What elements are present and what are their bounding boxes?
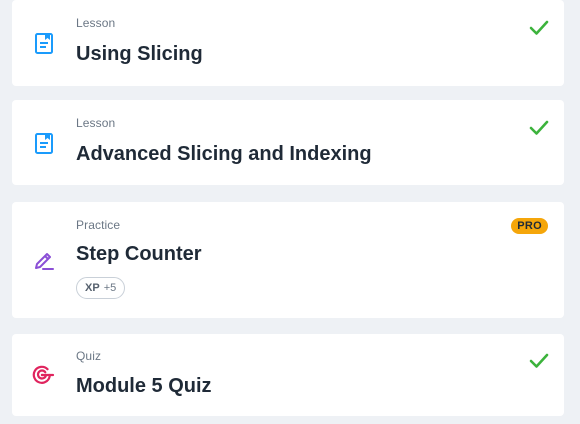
xp-label: XP: [85, 282, 100, 294]
item-type-label: Lesson: [76, 116, 116, 130]
item-title: Step Counter: [76, 243, 202, 265]
practice-icon: [32, 248, 56, 272]
quiz-icon: [32, 363, 56, 387]
module-item-list: Lesson Using Slicing Lesson Advanced Sli…: [0, 0, 580, 424]
list-item-quiz-module-5[interactable]: Quiz Module 5 Quiz: [12, 334, 564, 416]
item-title: Using Slicing: [76, 43, 203, 65]
item-title: Advanced Slicing and Indexing: [76, 143, 372, 165]
xp-pill: XP +5: [76, 277, 126, 299]
lesson-icon: [32, 31, 56, 55]
xp-value: +5: [103, 282, 117, 294]
item-type-label: Lesson: [76, 16, 116, 30]
list-item-lesson-using-slicing[interactable]: Lesson Using Slicing: [12, 0, 564, 86]
check-icon: [528, 117, 550, 139]
lesson-icon: [32, 131, 56, 155]
pro-badge: PRO: [511, 218, 548, 234]
item-type-label: Practice: [76, 218, 121, 232]
list-item-practice-step-counter[interactable]: Practice Step Counter PRO XP +5: [12, 202, 564, 318]
check-icon: [528, 17, 550, 39]
item-type-label: Quiz: [76, 349, 102, 363]
list-item-lesson-advanced-slicing[interactable]: Lesson Advanced Slicing and Indexing: [12, 100, 564, 185]
check-icon: [528, 350, 550, 372]
item-title: Module 5 Quiz: [76, 375, 212, 397]
